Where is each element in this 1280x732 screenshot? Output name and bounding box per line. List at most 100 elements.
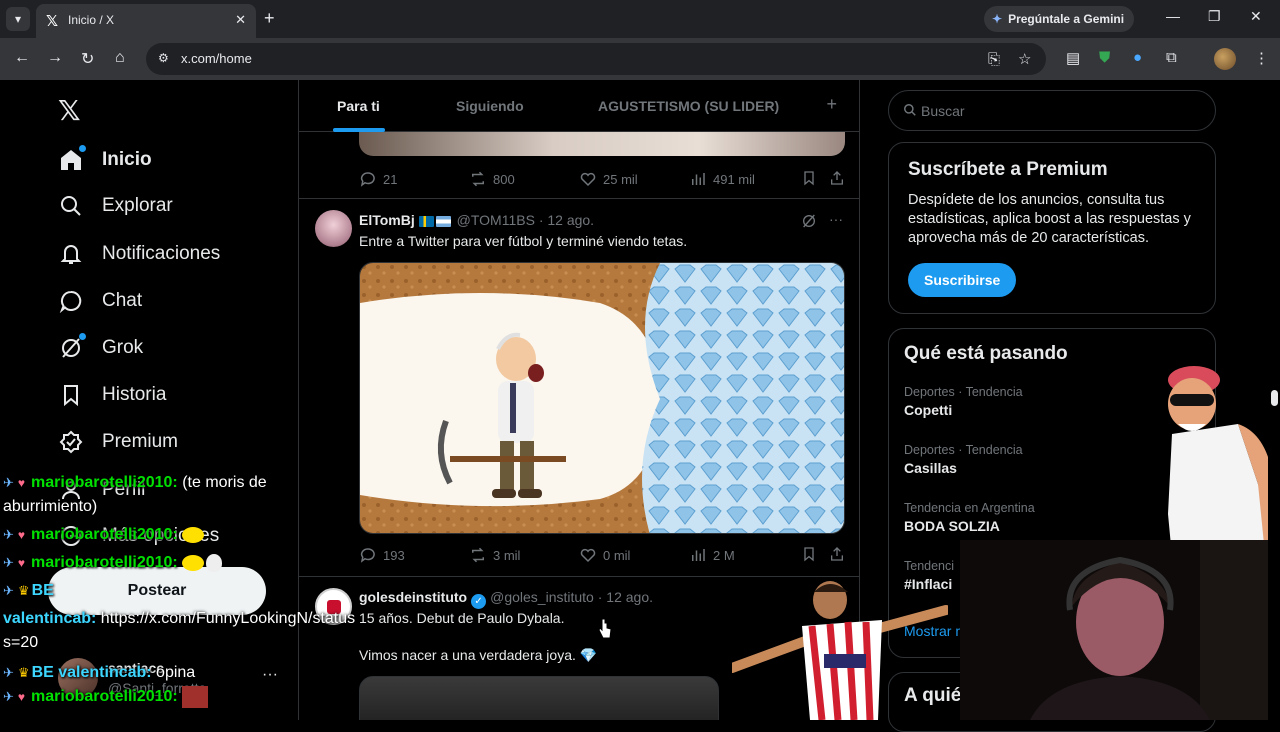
tab-search-button[interactable]: ▾ <box>6 7 30 31</box>
share-button[interactable] <box>829 170 851 186</box>
views-button[interactable]: 2 M <box>689 546 735 564</box>
add-tab-icon[interactable]: + <box>826 94 837 115</box>
home-button-icon[interactable]: ⌂ <box>115 49 125 67</box>
tweet-media[interactable] <box>359 676 719 720</box>
tweet-date[interactable]: · 12 ago. <box>539 212 594 228</box>
share-icon <box>831 171 843 185</box>
like-button[interactable]: 0 mil <box>579 546 630 564</box>
new-tab-button[interactable]: + <box>264 8 275 29</box>
reply-button[interactable]: 21 <box>359 170 397 188</box>
views-chart-icon <box>692 173 705 185</box>
hand-cursor-icon <box>598 618 612 639</box>
miner-meme-image <box>360 263 844 533</box>
bookmark-button[interactable] <box>801 170 823 186</box>
reload-icon[interactable]: ↻ <box>81 49 94 69</box>
tab-para-ti[interactable]: Para ti <box>337 98 380 114</box>
tweet-author-name[interactable]: ElTomBj <box>359 212 415 228</box>
nav-item-notificaciones[interactable]: Notificaciones <box>58 236 220 272</box>
minimize-window-button[interactable]: — <box>1166 8 1180 24</box>
reply-icon <box>360 548 375 563</box>
ask-gemini-button[interactable]: ✦ Pregúntale a Gemini <box>984 6 1135 32</box>
tweet-author-handle[interactable]: @TOM11BS <box>457 212 535 228</box>
scrollbar-thumb[interactable] <box>1271 390 1278 406</box>
chick-emote-icon <box>181 526 204 543</box>
bookmark-button[interactable] <box>801 546 823 562</box>
url-text: x.com/home <box>181 51 252 66</box>
chrome-menu-icon[interactable]: ⋮ <box>1254 49 1269 67</box>
nav-label-explorar: Explorar <box>102 195 173 216</box>
tweet-image[interactable] <box>359 262 845 534</box>
tweet-date[interactable]: · 12 ago. <box>598 589 653 605</box>
extension-shazam-icon[interactable]: ● <box>1133 49 1142 66</box>
repost-count: 800 <box>493 171 515 187</box>
browser-toolbar: ← → ↻ ⌂ ⚙ x.com/home ⎘ ☆ ▤ ⛊ ● ⧉ ⋮ <box>0 38 1280 80</box>
more-dots-icon[interactable]: ··· <box>829 211 843 227</box>
like-button[interactable]: 25 mil <box>579 170 638 188</box>
page-scrollbar[interactable] <box>1268 80 1280 720</box>
nav-item-chat[interactable]: Chat <box>58 283 142 319</box>
tab-siguiendo[interactable]: Siguiendo <box>456 98 524 114</box>
premium-title: Suscríbete a Premium <box>908 159 1108 180</box>
close-window-button[interactable]: ✕ <box>1250 8 1262 25</box>
x-favicon-icon: 𝕏 <box>46 12 59 30</box>
webcam-person-image <box>960 540 1280 720</box>
tweet-media-partial[interactable] <box>359 132 845 156</box>
sword-badge-icon: ✈ <box>3 689 14 705</box>
install-app-icon[interactable]: ⎘ <box>988 51 1000 68</box>
bookmark-star-icon[interactable]: ☆ <box>1018 50 1031 68</box>
views-button[interactable]: 491 mil <box>689 170 755 188</box>
tweet-header: ElTomBj @TOM11BS · 12 ago. <box>359 212 594 228</box>
premium-description: Despídete de los anuncios, consulta tus … <box>908 192 1191 246</box>
reply-button[interactable]: 193 <box>359 546 405 564</box>
site-info-icon[interactable]: ⚙ <box>158 51 169 65</box>
nav-item-explorar[interactable]: Explorar <box>58 188 173 224</box>
tab-agustetismo[interactable]: AGUSTETISMO (SU LIDER) <box>598 98 779 114</box>
crown-badge-icon: ♛ <box>17 583 30 598</box>
extension-reader-icon[interactable]: ▤ <box>1066 49 1080 67</box>
tweet-header: golesdeinstituto ✓ @goles_instituto · 12 a… <box>359 589 653 609</box>
browser-tab-active[interactable]: 𝕏 Inicio / X ✕ <box>36 4 256 38</box>
forward-icon[interactable]: → <box>47 49 63 67</box>
sweden-flag-icon <box>418 215 434 227</box>
extension-shield-icon[interactable]: ⛊ <box>1099 49 1110 66</box>
footballer-sticker-image <box>732 581 948 720</box>
repost-button[interactable]: 3 mil <box>469 546 520 564</box>
grok-icon[interactable] <box>801 213 817 234</box>
verified-badge-icon: ✓ <box>471 594 487 609</box>
search-input[interactable] <box>921 91 1201 130</box>
repost-icon <box>472 171 484 187</box>
like-count: 0 mil <box>603 547 631 563</box>
nav-label-grok: Grok <box>102 337 144 358</box>
chat-message: valentincab: https://x.com/FunnyLookingN… <box>3 608 355 630</box>
maximize-window-button[interactable]: ❐ <box>1208 8 1221 25</box>
repost-button[interactable]: 800 <box>469 170 515 188</box>
avatar[interactable] <box>315 210 352 247</box>
x-logo-icon[interactable]: 𝕏 <box>58 94 81 127</box>
subscribe-button[interactable]: Suscribirse <box>908 263 1017 297</box>
chat-message: ✈ ♛ BE valentincab: opina <box>3 662 195 684</box>
heart-badge-icon: ♥ <box>17 476 26 490</box>
tweet-author-name[interactable]: golesdeinstituto <box>359 589 467 605</box>
back-icon[interactable]: ← <box>14 49 30 67</box>
tweet-text: Entre a Twitter para ver fútbol y termin… <box>359 233 688 249</box>
chat-text: opina <box>151 664 196 681</box>
nav-item-inicio[interactable]: Inicio <box>58 142 152 178</box>
more-dots-icon[interactable]: ··· <box>262 666 278 684</box>
extensions-puzzle-icon[interactable]: ⧉ <box>1166 49 1177 66</box>
reply-count: 21 <box>383 171 398 187</box>
chat-badge-text: BE <box>31 582 54 599</box>
search-box[interactable] <box>888 90 1216 131</box>
tweet-author-handle[interactable]: @goles_instituto <box>490 589 594 605</box>
repost-icon <box>472 547 484 563</box>
nav-item-premium[interactable]: Premium <box>58 424 178 460</box>
profile-avatar[interactable] <box>1214 48 1236 70</box>
nav-label-notificaciones: Notificaciones <box>102 243 221 264</box>
nav-item-grok[interactable]: Grok <box>58 330 143 366</box>
tweet-divider <box>299 576 859 577</box>
close-tab-icon[interactable]: ✕ <box>235 12 246 28</box>
grok-icon <box>58 333 86 361</box>
share-button[interactable] <box>829 546 851 562</box>
search-icon <box>58 193 84 219</box>
nav-item-historia[interactable]: Historia <box>58 377 166 413</box>
address-bar[interactable]: ⚙ x.com/home ⎘ ☆ <box>146 43 1046 75</box>
